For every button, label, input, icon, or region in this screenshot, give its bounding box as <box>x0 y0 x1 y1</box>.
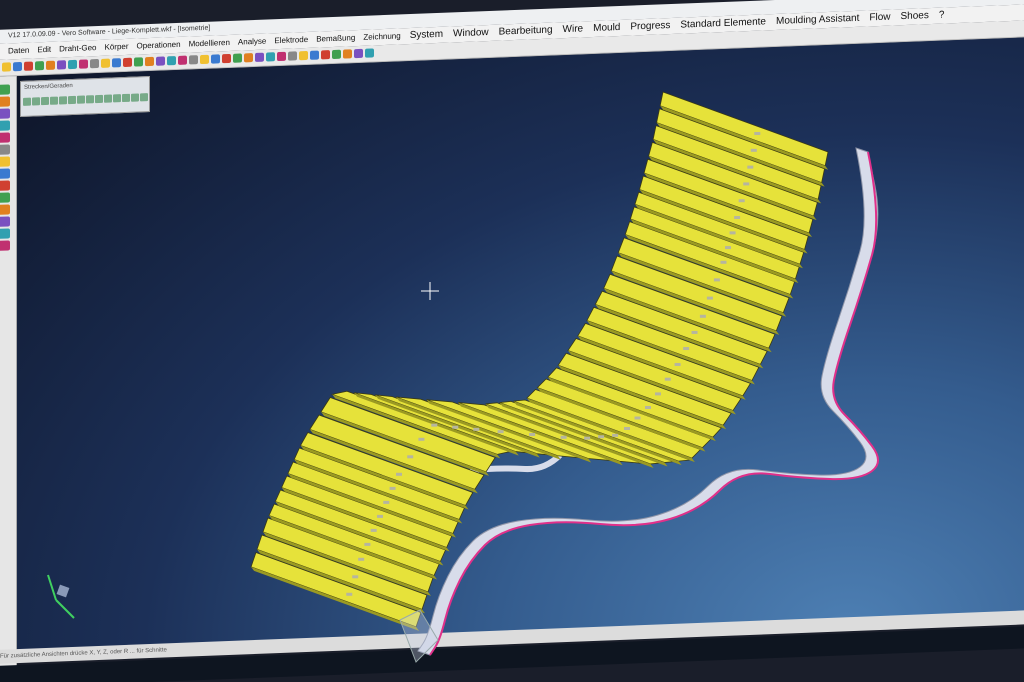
screw-mark <box>452 425 459 429</box>
screw-mark <box>598 435 605 439</box>
screw-mark <box>407 455 414 459</box>
screw-mark <box>664 377 671 381</box>
screw-mark <box>497 430 504 434</box>
screw-mark <box>750 148 757 152</box>
lounger-slats <box>250 91 829 631</box>
screw-mark <box>389 486 396 490</box>
screw-mark <box>747 165 754 169</box>
screw-mark <box>383 500 390 504</box>
screw-mark <box>729 231 736 235</box>
screw-mark <box>683 347 690 351</box>
screw-mark <box>370 528 377 532</box>
screw-mark <box>364 542 371 546</box>
screw-mark <box>352 575 359 579</box>
axis-x <box>55 599 75 619</box>
screw-mark <box>529 432 536 436</box>
screw-mark <box>645 406 651 409</box>
screw-mark <box>358 557 365 561</box>
screw-mark <box>754 132 761 136</box>
screw-mark <box>473 427 480 431</box>
screen-photo: V12 17.0.09.09 - Vero Software - Liege-K… <box>0 0 1024 682</box>
screw-mark <box>674 362 681 366</box>
screw-mark <box>713 278 720 282</box>
lounger-model <box>47 91 879 663</box>
screw-mark <box>743 182 750 186</box>
screw-mark <box>418 437 425 441</box>
axis-y <box>47 574 57 601</box>
screw-mark <box>612 433 619 437</box>
axis-plane <box>56 584 70 598</box>
screw-mark <box>738 199 745 203</box>
screw-mark <box>560 435 567 439</box>
screw-mark <box>725 246 732 250</box>
screw-mark <box>720 260 727 264</box>
screw-mark <box>634 416 641 420</box>
screw-mark <box>584 436 591 440</box>
screw-mark <box>346 592 353 596</box>
screw-mark <box>624 427 630 430</box>
screw-mark <box>734 216 741 220</box>
screw-mark <box>706 296 713 300</box>
crosshair-cursor-icon <box>421 282 439 300</box>
screw-mark <box>691 330 698 334</box>
screw-mark <box>376 514 383 518</box>
screw-mark <box>654 392 661 396</box>
screw-mark <box>699 314 706 318</box>
screw-mark <box>431 423 438 427</box>
screw-mark <box>396 472 403 476</box>
